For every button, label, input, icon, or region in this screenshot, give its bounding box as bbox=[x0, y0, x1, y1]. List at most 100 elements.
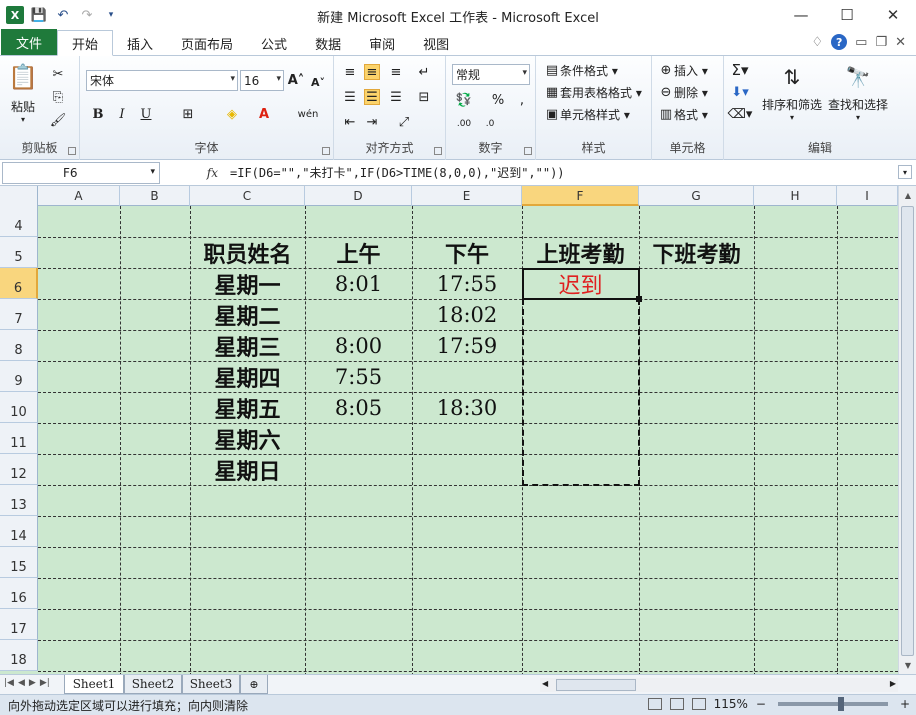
tab-review[interactable]: 审阅 bbox=[355, 31, 409, 55]
fill-handle[interactable] bbox=[636, 296, 642, 302]
cell-am-time[interactable] bbox=[305, 299, 412, 330]
row-header-17[interactable]: 17 bbox=[0, 609, 38, 640]
insert-cells-button[interactable]: ⊕ 插入 ▾ bbox=[658, 62, 708, 79]
wrap-text-icon[interactable]: ↵ bbox=[416, 64, 432, 80]
tab-view[interactable]: 视图 bbox=[409, 31, 463, 55]
scroll-up-icon[interactable]: ▲ bbox=[900, 187, 916, 203]
shrink-font-icon[interactable]: A˅ bbox=[310, 74, 326, 90]
cell-pm-time[interactable] bbox=[412, 454, 522, 485]
decrease-decimal-icon[interactable]: .0 bbox=[482, 116, 498, 132]
worksheet-grid[interactable]: ABCDEFGHI 4 5 6 7 8 9 10 11 12 13 14 15 16 17 18 职员姓名 上午… bbox=[0, 186, 898, 674]
align-bottom-icon[interactable]: ≡ bbox=[388, 64, 404, 80]
tab-data[interactable]: 数据 bbox=[301, 31, 355, 55]
insert-function-icon[interactable]: fx bbox=[160, 166, 230, 180]
alignment-launcher-icon[interactable] bbox=[434, 147, 442, 155]
workbook-close-icon[interactable]: ✕ bbox=[895, 35, 906, 50]
row-header-16[interactable]: 16 bbox=[0, 578, 38, 609]
orientation-icon[interactable]: ⤢ bbox=[396, 114, 412, 130]
copy-icon[interactable]: ⎘ bbox=[50, 89, 66, 105]
tab-home[interactable]: 开始 bbox=[57, 30, 114, 56]
maximize-button[interactable]: ☐ bbox=[824, 0, 870, 30]
grow-font-icon[interactable]: A˄ bbox=[288, 72, 305, 88]
cell-pm-time[interactable] bbox=[412, 423, 522, 454]
header-cell-e[interactable]: 下午 bbox=[412, 237, 522, 268]
column-header-g[interactable]: G bbox=[639, 186, 754, 206]
minimize-ribbon-icon[interactable]: ♢ bbox=[811, 35, 823, 50]
bold-icon[interactable]: B bbox=[90, 106, 106, 122]
horizontal-scroll-thumb[interactable] bbox=[556, 679, 636, 691]
cell-name[interactable]: 星期四 bbox=[190, 361, 305, 392]
insert-sheet-icon[interactable]: ⊕ bbox=[240, 675, 268, 694]
number-launcher-icon[interactable] bbox=[524, 147, 532, 155]
percent-style-icon[interactable]: % bbox=[490, 92, 506, 108]
column-header-e[interactable]: E bbox=[412, 186, 522, 206]
column-header-c[interactable]: C bbox=[190, 186, 305, 206]
sort-filter-button[interactable]: ⇅ 排序和筛选 ▾ bbox=[760, 62, 824, 122]
scroll-right-icon[interactable]: ▶ bbox=[890, 679, 896, 688]
scroll-down-icon[interactable]: ▼ bbox=[900, 657, 916, 673]
cell-pm-time[interactable]: 17:55 bbox=[412, 268, 522, 299]
underline-icon[interactable]: U bbox=[138, 106, 154, 122]
redo-icon[interactable]: ↷ bbox=[78, 6, 96, 24]
increase-indent-icon[interactable]: ⇥ bbox=[364, 114, 380, 130]
merge-center-icon[interactable]: ⊟ bbox=[416, 89, 432, 105]
first-sheet-icon[interactable]: |◀ bbox=[4, 678, 14, 688]
decrease-indent-icon[interactable]: ⇤ bbox=[342, 114, 358, 130]
cell-pm-time[interactable]: 18:02 bbox=[412, 299, 522, 330]
cell-pm-time[interactable]: 17:59 bbox=[412, 330, 522, 361]
row-header-13[interactable]: 13 bbox=[0, 485, 38, 516]
row-header-18[interactable]: 18 bbox=[0, 640, 38, 671]
undo-icon[interactable]: ↶ bbox=[54, 6, 72, 24]
header-cell-f[interactable]: 上班考勤 bbox=[522, 237, 639, 268]
accounting-format-icon[interactable]: 💱 bbox=[456, 92, 472, 108]
cell-name[interactable]: 星期三 bbox=[190, 330, 305, 361]
delete-cells-button[interactable]: ⊖ 删除 ▾ bbox=[658, 84, 708, 101]
fill-icon[interactable]: ⬇▾ bbox=[731, 84, 748, 100]
align-top-icon[interactable]: ≡ bbox=[342, 64, 358, 80]
select-all-corner[interactable] bbox=[0, 186, 38, 206]
vertical-scrollbar[interactable]: ▲ ▼ bbox=[898, 186, 916, 674]
vertical-scroll-thumb[interactable] bbox=[901, 206, 914, 656]
row-header-11[interactable]: 11 bbox=[0, 423, 38, 454]
cell-am-time[interactable]: 7:55 bbox=[305, 361, 412, 392]
clear-icon[interactable]: ⌫▾ bbox=[728, 106, 753, 122]
row-header-6[interactable]: 6 bbox=[0, 268, 38, 299]
conditional-format-button[interactable]: ▤ 条件格式 ▾ bbox=[544, 62, 618, 79]
row-header-15[interactable]: 15 bbox=[0, 547, 38, 578]
sheet-tab-1[interactable]: Sheet1 bbox=[64, 675, 124, 694]
sheet-tab-2[interactable]: Sheet2 bbox=[124, 675, 182, 694]
row-header-14[interactable]: 14 bbox=[0, 516, 38, 547]
workbook-minimize-icon[interactable]: ▭ bbox=[855, 35, 867, 50]
cell-am-time[interactable]: 8:05 bbox=[305, 392, 412, 423]
name-box-dropdown-icon[interactable]: ▾ bbox=[150, 167, 155, 177]
customize-qat-icon[interactable]: ▾ bbox=[102, 6, 120, 24]
cell-name[interactable]: 星期六 bbox=[190, 423, 305, 454]
format-cells-button[interactable]: ▥ 格式 ▾ bbox=[658, 106, 708, 123]
cell-am-time[interactable] bbox=[305, 423, 412, 454]
font-name-combo[interactable]: 宋体 ▾ bbox=[86, 70, 238, 91]
zoom-level[interactable]: 115% bbox=[714, 697, 748, 711]
zoom-out-icon[interactable]: − bbox=[756, 697, 766, 711]
scroll-left-icon[interactable]: ◀ bbox=[542, 679, 548, 688]
italic-icon[interactable]: I bbox=[114, 106, 130, 122]
tab-insert[interactable]: 插入 bbox=[113, 31, 167, 55]
tab-file[interactable]: 文件 bbox=[1, 29, 57, 55]
minimize-button[interactable]: — bbox=[778, 0, 824, 30]
align-middle-icon[interactable]: ≡ bbox=[364, 64, 380, 80]
row-header-8[interactable]: 8 bbox=[0, 330, 38, 361]
cell-am-time[interactable]: 8:00 bbox=[305, 330, 412, 361]
prev-sheet-icon[interactable]: ◀ bbox=[18, 678, 25, 688]
column-header-f[interactable]: F bbox=[522, 186, 639, 206]
borders-icon[interactable]: ⊞ bbox=[180, 106, 196, 122]
zoom-slider-knob[interactable] bbox=[837, 697, 844, 711]
page-layout-view-icon[interactable] bbox=[669, 698, 684, 710]
header-cell-d[interactable]: 上午 bbox=[305, 237, 412, 268]
zoom-in-icon[interactable]: + bbox=[900, 697, 910, 711]
cell-am-time[interactable]: 8:01 bbox=[305, 268, 412, 299]
cell-name[interactable]: 星期一 bbox=[190, 268, 305, 299]
cut-icon[interactable]: ✂ bbox=[50, 66, 66, 82]
align-right-icon[interactable]: ☰ bbox=[388, 89, 404, 105]
row-header-7[interactable]: 7 bbox=[0, 299, 38, 330]
row-header-9[interactable]: 9 bbox=[0, 361, 38, 392]
sheet-tab-3[interactable]: Sheet3 bbox=[182, 675, 240, 694]
